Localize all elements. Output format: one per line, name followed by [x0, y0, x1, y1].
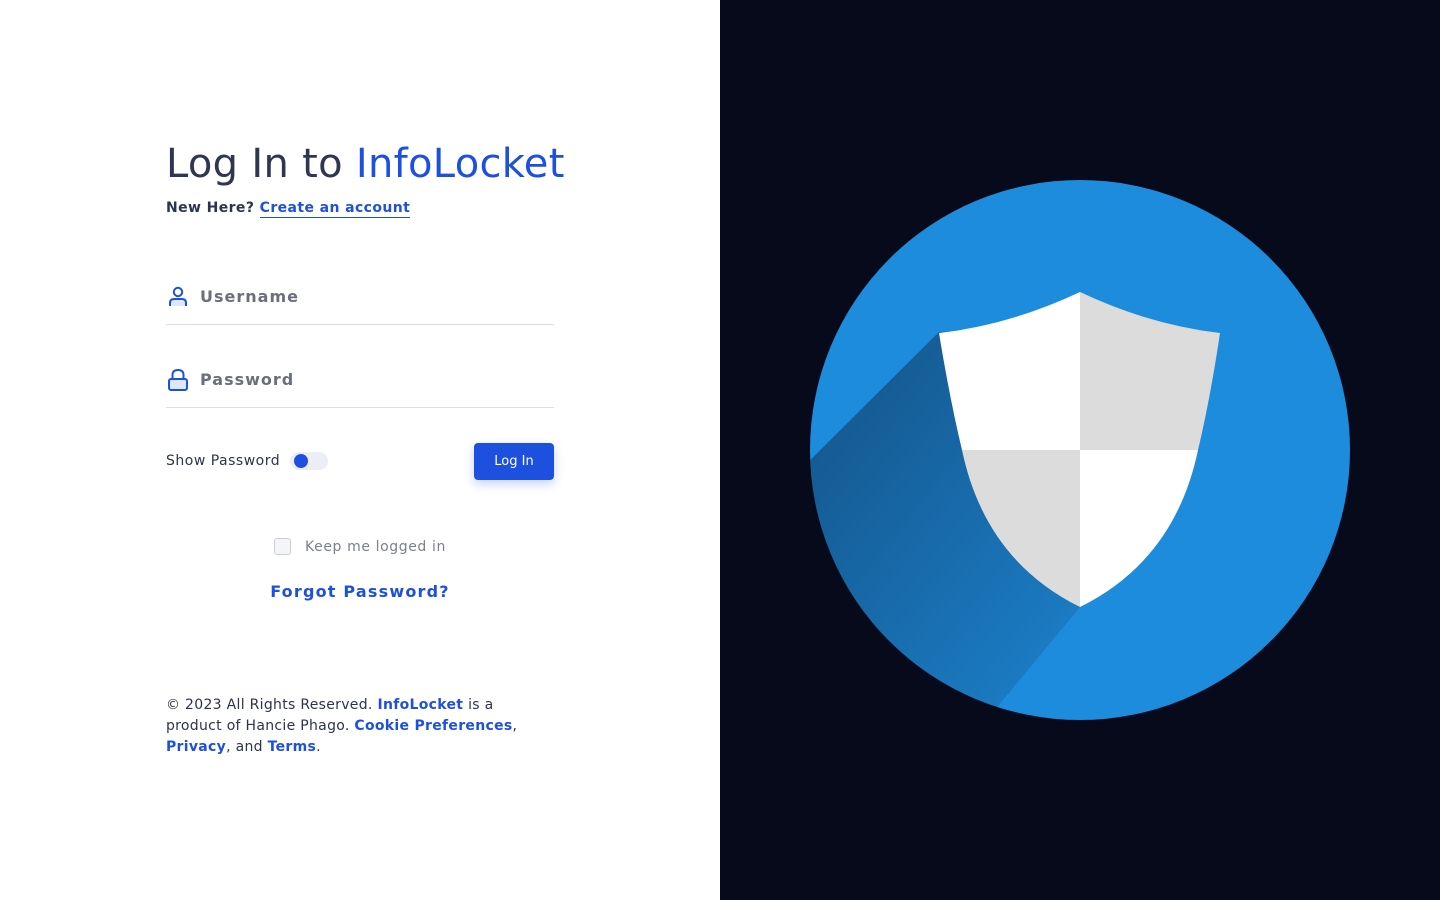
- actions-row: Show Password Log In: [166, 442, 554, 480]
- title-brand: InfoLocket: [355, 141, 565, 187]
- footer-brand-link[interactable]: InfoLocket: [377, 697, 463, 713]
- forgot-password-row: Forgot Password?: [166, 582, 554, 601]
- create-account-link[interactable]: Create an account: [259, 200, 411, 218]
- username-input[interactable]: [200, 276, 530, 317]
- show-password-toggle[interactable]: [290, 452, 329, 470]
- page-title: Log In to InfoLocket: [166, 138, 564, 190]
- keep-logged-in-checkbox[interactable]: [274, 538, 292, 555]
- keep-logged-in-row: Keep me logged in: [166, 538, 554, 555]
- toggle-knob: [294, 454, 309, 468]
- footer-period: .: [316, 739, 321, 755]
- login-form: Log In to InfoLocket New Here? Create an…: [166, 138, 564, 755]
- password-input[interactable]: [200, 359, 530, 400]
- lock-icon: [166, 368, 190, 392]
- footer-and-text: , and: [226, 739, 263, 755]
- terms-link[interactable]: Terms: [268, 739, 317, 755]
- login-button[interactable]: Log In: [474, 442, 554, 480]
- username-field: [166, 269, 554, 325]
- cookie-preferences-link[interactable]: Cookie Preferences: [354, 718, 512, 734]
- illustration-panel: [720, 0, 1440, 900]
- show-password-label: Show Password: [166, 453, 281, 469]
- title-prefix: Log In to: [166, 141, 343, 187]
- forgot-password-link[interactable]: Forgot Password?: [270, 582, 450, 601]
- keep-logged-in-label: Keep me logged in: [305, 538, 446, 555]
- footer: © 2023 All Rights Reserved. InfoLocket i…: [166, 697, 518, 755]
- user-icon: [166, 285, 190, 309]
- signup-prompt: New Here?: [166, 200, 255, 216]
- signup-row: New Here? Create an account: [166, 200, 554, 218]
- privacy-link[interactable]: Privacy: [166, 739, 226, 755]
- password-field: [166, 352, 554, 408]
- shield-illustration: [810, 180, 1350, 720]
- footer-copyright: © 2023 All Rights Reserved.: [166, 697, 373, 713]
- login-panel: Log In to InfoLocket New Here? Create an…: [0, 0, 720, 900]
